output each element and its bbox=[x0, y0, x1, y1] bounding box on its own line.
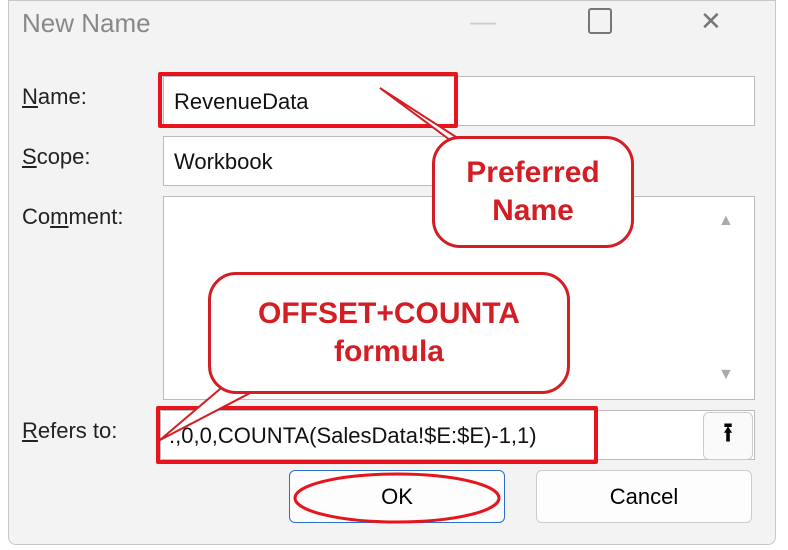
ok-highlight-ellipse bbox=[293, 472, 501, 524]
offset-counta-callout: OFFSET+COUNTA formula bbox=[208, 272, 570, 394]
preferred-name-callout: Preferred Name bbox=[432, 136, 634, 248]
